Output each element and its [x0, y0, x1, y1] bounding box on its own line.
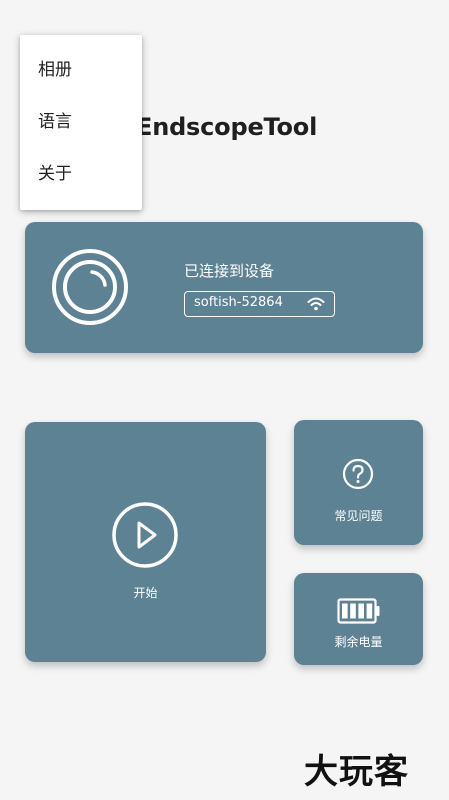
- wifi-network-box: softish-52864: [184, 291, 335, 317]
- faq-label: 常见问题: [334, 509, 383, 523]
- wifi-icon: [307, 297, 325, 311]
- start-button[interactable]: 开始: [25, 422, 266, 662]
- battery-bar: [366, 603, 373, 619]
- menu-item-album[interactable]: 相册: [20, 44, 142, 96]
- battery-level-fill: [342, 603, 373, 619]
- start-label: 开始: [133, 586, 158, 600]
- help-icon: [342, 458, 374, 490]
- battery-bar: [342, 603, 348, 619]
- connection-status-text: 已连接到设备: [184, 262, 275, 280]
- battery-label: 剩余电量: [334, 635, 383, 649]
- app-title: EndscopeTool: [136, 113, 318, 141]
- device-connection-card[interactable]: 已连接到设备 softish-52864: [25, 222, 423, 353]
- battery-icon: [337, 598, 380, 624]
- wifi-network-name: softish-52864: [194, 295, 283, 310]
- menu-item-language[interactable]: 语言: [20, 96, 142, 148]
- menu-item-about[interactable]: 关于: [20, 148, 142, 200]
- watermark-logo: 大玩客: [304, 752, 409, 792]
- battery-bar: [358, 603, 364, 619]
- faq-button[interactable]: 常见问题: [294, 420, 423, 545]
- battery-bar: [350, 603, 356, 619]
- overflow-menu: 相册 语言 关于: [20, 35, 142, 210]
- battery-level-card[interactable]: 剩余电量: [294, 573, 423, 665]
- camera-lens-icon: [52, 249, 128, 325]
- play-icon: [112, 502, 178, 568]
